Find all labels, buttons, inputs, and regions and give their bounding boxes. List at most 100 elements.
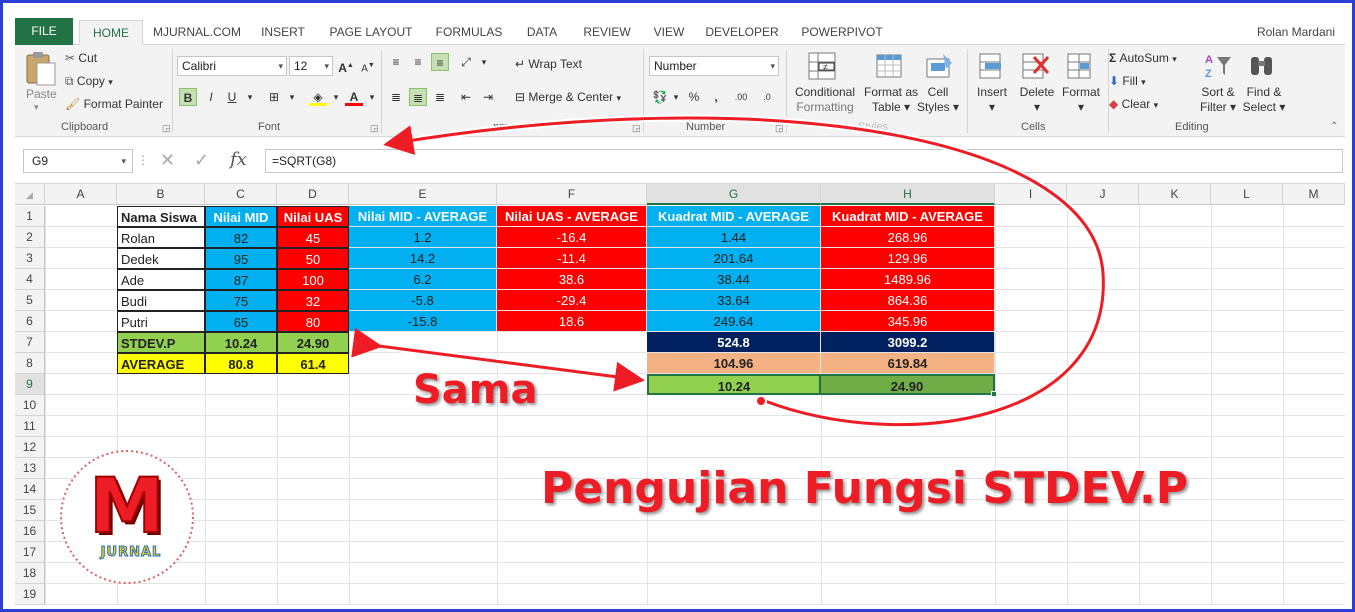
font-name-select[interactable]: Calibri ▾: [177, 56, 287, 76]
row-header-8[interactable]: 8: [15, 353, 45, 374]
enter-icon[interactable]: ✓: [194, 150, 209, 171]
percent-button[interactable]: %: [685, 88, 703, 106]
align-bottom-icon[interactable]: ≡: [431, 53, 449, 71]
cell-kuadrat-uas[interactable]: 129.96: [821, 248, 995, 269]
currency-dropdown-icon[interactable]: ▾: [667, 88, 685, 106]
cell-nama[interactable]: Putri: [117, 311, 205, 332]
tab-view[interactable]: VIEW: [647, 20, 691, 45]
find-select-button[interactable]: [1247, 51, 1277, 81]
column-header-h[interactable]: H: [821, 184, 995, 205]
clear-button[interactable]: ◆ Clear ▾: [1109, 97, 1158, 111]
cell-nama[interactable]: Ade: [117, 269, 205, 290]
header-nilai-uas[interactable]: Nilai UAS: [277, 206, 349, 227]
cell-nama[interactable]: Budi: [117, 290, 205, 311]
row-header-4[interactable]: 4: [15, 269, 45, 290]
bold-button[interactable]: B: [179, 88, 197, 106]
font-size-select[interactable]: 12 ▾: [289, 56, 333, 76]
orientation-dropdown-icon[interactable]: ▾: [475, 53, 493, 71]
row-header-18[interactable]: 18: [15, 563, 45, 584]
align-center-icon[interactable]: ≣: [409, 88, 427, 106]
row-header-10[interactable]: 10: [15, 395, 45, 416]
tab-developer[interactable]: DEVELOPER: [697, 20, 787, 45]
clipboard-launcher-icon[interactable]: ◲: [162, 123, 171, 134]
cell-kuadrat-uas[interactable]: 864.36: [821, 290, 995, 311]
select-all-corner[interactable]: ◢: [15, 184, 45, 205]
cell-kuadrat-mid[interactable]: 33.64: [647, 290, 821, 311]
header-uas-average[interactable]: Nilai UAS - AVERAGE: [497, 206, 647, 227]
row-header-12[interactable]: 12: [15, 437, 45, 458]
name-box[interactable]: G9 ▾: [23, 149, 133, 173]
increase-indent-icon[interactable]: ⇥: [479, 88, 497, 106]
underline-dropdown-icon[interactable]: ▾: [241, 88, 259, 106]
column-header-d[interactable]: D: [277, 184, 349, 205]
orientation-icon[interactable]: ⤢: [457, 53, 475, 71]
cell-kuadrat-mid[interactable]: 38.44: [647, 269, 821, 290]
font-launcher-icon[interactable]: ◲: [370, 123, 379, 134]
align-middle-icon[interactable]: ≡: [409, 53, 427, 71]
row-header-5[interactable]: 5: [15, 290, 45, 311]
tab-insert[interactable]: INSERT: [251, 20, 315, 45]
grow-font-button[interactable]: A▲: [337, 57, 355, 75]
cell-mid-average[interactable]: 14.2: [349, 248, 497, 269]
cell-kuadrat-mid[interactable]: 249.64: [647, 311, 821, 332]
row-header-3[interactable]: 3: [15, 248, 45, 269]
column-header-m[interactable]: M: [1283, 184, 1345, 205]
user-name[interactable]: Rolan Mardani: [1257, 20, 1335, 45]
increase-decimal-button[interactable]: .00: [729, 88, 753, 106]
sqrt-mid-cell-selected[interactable]: 10.24: [647, 374, 821, 395]
cell-uas-average[interactable]: 38.6: [497, 269, 647, 290]
column-header-j[interactable]: J: [1067, 184, 1139, 205]
tab-data[interactable]: DATA: [517, 20, 567, 45]
row-header-16[interactable]: 16: [15, 521, 45, 542]
cut-button[interactable]: ✂ Cut: [65, 51, 97, 65]
cell-kuadrat-mid[interactable]: 1.44: [647, 227, 821, 248]
format-as-table-button[interactable]: [875, 51, 905, 81]
format-painter-button[interactable]: 🖌 Format Painter: [65, 97, 163, 111]
alignment-launcher-icon[interactable]: ◲: [632, 123, 641, 134]
borders-dropdown-icon[interactable]: ▾: [283, 88, 301, 106]
cell-nilai-uas[interactable]: 32: [277, 290, 349, 311]
row-header-11[interactable]: 11: [15, 416, 45, 437]
cell-styles-button[interactable]: [925, 51, 955, 81]
paste-dropdown-icon[interactable]: ▾: [34, 102, 39, 113]
column-header-e[interactable]: E: [349, 184, 497, 205]
cell-mid-average[interactable]: 1.2: [349, 227, 497, 248]
cell-nilai-uas[interactable]: 50: [277, 248, 349, 269]
italic-button[interactable]: I: [202, 88, 220, 106]
fill-button[interactable]: ⬇ Fill ▾: [1109, 74, 1146, 88]
cell-kuadrat-uas[interactable]: 268.96: [821, 227, 995, 248]
collapse-ribbon-icon[interactable]: ⌃: [1330, 121, 1338, 132]
stdev-label-cell[interactable]: STDEV.P: [117, 332, 205, 353]
column-header-a[interactable]: A: [45, 184, 117, 205]
paste-button[interactable]: [23, 51, 57, 87]
divided-mid-cell[interactable]: 104.96: [647, 353, 821, 374]
cell-mid-average[interactable]: -15.8: [349, 311, 497, 332]
column-header-f[interactable]: F: [497, 184, 647, 205]
fill-color-dropdown-icon[interactable]: ▾: [327, 88, 345, 106]
insert-cells-button[interactable]: [977, 51, 1005, 81]
cell-nilai-uas[interactable]: 45: [277, 227, 349, 248]
conditional-formatting-button[interactable]: ≠: [807, 51, 837, 81]
column-header-g[interactable]: G: [647, 184, 821, 205]
row-header-15[interactable]: 15: [15, 500, 45, 521]
cell-nilai-uas[interactable]: 80: [277, 311, 349, 332]
cell-nilai-mid[interactable]: 82: [205, 227, 277, 248]
sum-kuadrat-uas-cell[interactable]: 3099.2: [821, 332, 995, 353]
header-nilai-mid[interactable]: Nilai MID: [205, 206, 277, 227]
column-header-l[interactable]: L: [1211, 184, 1283, 205]
cell-nama[interactable]: Dedek: [117, 248, 205, 269]
cell-mid-average[interactable]: 6.2: [349, 269, 497, 290]
tab-file[interactable]: FILE: [15, 18, 73, 45]
row-header-2[interactable]: 2: [15, 227, 45, 248]
decrease-indent-icon[interactable]: ⇤: [457, 88, 475, 106]
cell-uas-average[interactable]: -29.4: [497, 290, 647, 311]
row-header-1[interactable]: 1: [15, 206, 45, 227]
average-uas-cell[interactable]: 61.4: [277, 353, 349, 374]
row-header-7[interactable]: 7: [15, 332, 45, 353]
row-header-13[interactable]: 13: [15, 458, 45, 479]
stdev-mid-cell[interactable]: 10.24: [205, 332, 277, 353]
format-cells-button[interactable]: [1065, 51, 1093, 81]
row-header-14[interactable]: 14: [15, 479, 45, 500]
merge-center-button[interactable]: ⊟ Merge & Center ▾: [515, 90, 621, 104]
header-kuadrat-uas[interactable]: Kuadrat MID - AVERAGE: [821, 206, 995, 227]
